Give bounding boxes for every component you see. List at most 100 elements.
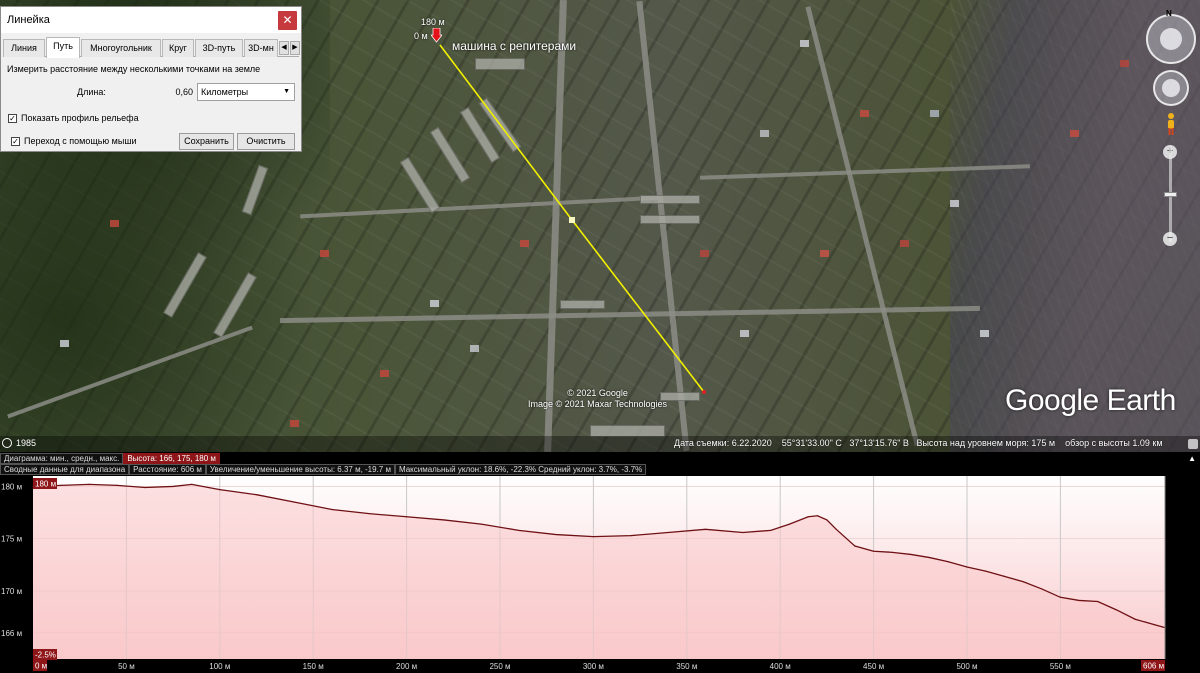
look-joystick[interactable] [1160,28,1182,50]
elevation-point [1041,588,1043,590]
elevation-point [966,566,968,568]
show-profile-label: Показать профиль рельефа [21,113,139,123]
ruler-dialog: Линейка ✕ Линия Путь Многоугольник Круг … [0,6,302,152]
range-summary-label: Сводные данные для диапазона [0,464,130,475]
latitude: 55°31'33.00" С [781,438,842,448]
x-tick-label: 100 м [209,662,230,671]
save-button[interactable]: Сохранить [179,133,234,150]
dialog-title-bar[interactable]: Линейка ✕ [1,7,301,33]
tab-scroll-left-icon[interactable]: ◀ [279,41,289,55]
elevation-point [985,570,987,572]
elevation-point [854,545,856,547]
show-profile-checkbox[interactable]: ✓ Показать профиль рельефа [8,113,139,123]
elevation-point [1078,599,1080,602]
height-stats: Высота: 166, 175, 180 м [123,453,220,464]
elevation-point [191,483,193,485]
status-readout: Дата съемки: 6.22.2020 55°31'33.00" С 37… [674,438,1163,448]
expand-icon[interactable] [1188,439,1198,449]
unit-select[interactable]: Километры ▼ [197,83,295,101]
profile-summary-row: Диаграмма: мин., средн., макс. Высота: 1… [0,453,220,464]
placemark-label[interactable]: машина с репитерами [452,39,576,53]
elevation-point [929,556,931,559]
x-tick-label: 50 м [118,662,135,671]
timeline-year: 1985 [16,438,37,448]
elevation-point [742,531,744,534]
elevation-point [835,528,837,530]
tab-scroll-right-icon[interactable]: ▶ [290,41,300,55]
north-indicator[interactable]: N [1166,9,1172,18]
measure-description: Измерить расстояние между несколькими то… [7,64,261,74]
elevation-point [480,523,482,525]
x-tick-label: 300 м [583,662,604,671]
ground-altitude: Высота над уровнем моря: 175 м [916,438,1056,448]
mouse-nav-label: Переход с помощью мыши [24,136,137,146]
start-altitude-label: 180 м [421,17,445,27]
elevation-point [60,484,62,487]
tab-3d-polygon[interactable]: 3D-мн [244,39,278,57]
elevation-point [788,523,791,525]
pegman-icon[interactable] [1165,112,1177,136]
elevation-point [910,553,912,556]
y-tick-label: 166 м [1,629,22,638]
imagery-date: Дата съемки: 6.22.2020 [674,438,772,448]
elevation-point [630,535,632,537]
chevron-down-icon: ▼ [283,88,290,95]
tab-polygon[interactable]: Многоугольник [81,39,161,57]
length-label: Длина: [77,87,106,97]
copyright-google: © 2021 Google [567,388,628,398]
checkbox-checked-icon[interactable]: ✓ [11,136,20,146]
x-tick-label: 500 м [956,662,977,671]
x-tick-label: 550 м [1050,662,1071,671]
dialog-title: Линейка [7,14,50,26]
longitude: 37°13'15.76" В [849,438,909,448]
elevation-point [1153,623,1155,626]
start-distance-badge: 0 м [35,662,47,671]
elevation-point [667,531,669,534]
length-value: 0,60 [175,87,193,97]
tab-3d-path[interactable]: 3D-путь [195,39,243,57]
elevation-point [368,513,370,515]
elevation-point [947,561,949,563]
checkbox-checked-icon[interactable]: ✓ [8,113,17,123]
profile-summary-row: Сводные данные для диапазона Расстояние:… [0,464,647,475]
elevation-point [592,536,594,538]
elevation-point [172,485,174,488]
tab-line[interactable]: Линия [3,39,45,57]
elevation-point [144,486,146,489]
historical-imagery-control[interactable]: 1985 [2,438,36,448]
elevation-chart[interactable]: 180 м 175 м 170 м 166 м 50 м 100 м 150 м 200 м 2… [0,452,1200,673]
x-tick-label: 400 м [770,662,791,671]
clear-button[interactable]: Очистить [237,133,295,150]
x-tick-label: 150 м [303,662,324,671]
tab-circle[interactable]: Круг [162,39,194,57]
elevation-point [826,519,828,521]
clock-icon[interactable] [2,438,12,448]
path-vertex [569,217,575,223]
mouse-nav-checkbox[interactable]: ✓ Переход с помощью мыши [11,136,137,146]
collapse-profile-icon[interactable]: ▲ [1188,454,1196,463]
elevation-point [331,508,333,511]
elevation-point [891,551,893,553]
elevation-point [555,533,557,536]
elevation-point [1003,575,1005,577]
move-joystick-icon[interactable] [1162,79,1180,97]
y-tick-label: 175 м [1,535,22,544]
slope-stats: Максимальный уклон: 18.6%, -22.3% Средни… [394,464,647,475]
elevation-point [816,515,819,517]
location-pin-icon[interactable] [431,28,442,44]
unit-selected: Километры [201,87,249,97]
elevation-point [1115,609,1118,611]
elevation-gain-loss: Увеличение/уменьшение высоты: 6.37 м, -1… [205,464,395,475]
zoom-out-button[interactable]: − [1163,232,1177,246]
elevation-point [807,516,809,518]
tab-path[interactable]: Путь [46,37,80,58]
end-distance-badge: 606 м [1143,662,1164,671]
y-tick-label: 170 м [1,587,22,596]
start-distance-label: 0 м [414,31,428,41]
zoom-slider-handle[interactable] [1164,192,1177,197]
elevation-point [219,488,221,491]
x-tick-label: 350 м [676,662,697,671]
close-button[interactable]: ✕ [278,11,297,30]
elevation-point [704,528,707,530]
elevation-point [518,529,520,531]
